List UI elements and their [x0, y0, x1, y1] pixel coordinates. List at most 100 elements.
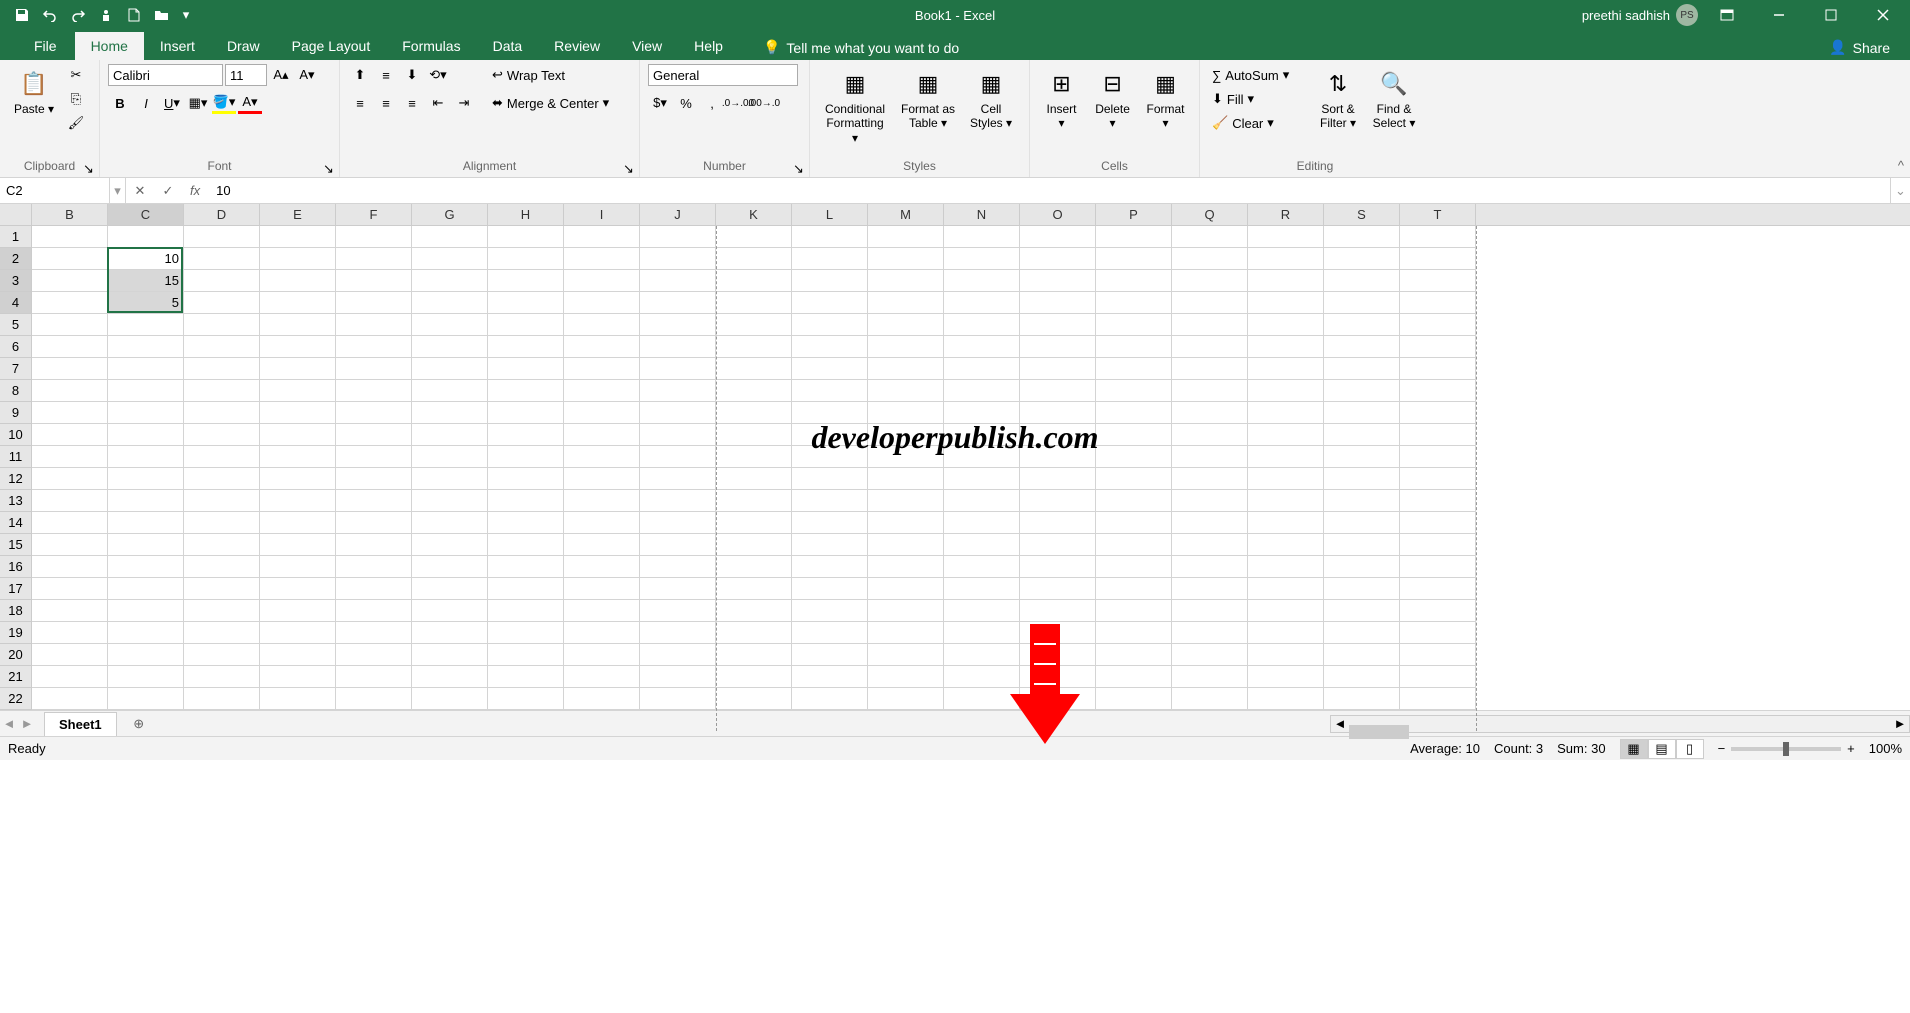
- underline-button[interactable]: U▾: [160, 92, 184, 114]
- cell-I14[interactable]: [564, 512, 640, 534]
- clipboard-launcher-icon[interactable]: ↘: [83, 161, 97, 175]
- cell-L18[interactable]: [792, 600, 868, 622]
- cell-Q8[interactable]: [1172, 380, 1248, 402]
- cell-M2[interactable]: [868, 248, 944, 270]
- conditional-formatting-button[interactable]: ▦ Conditional Formatting ▾: [818, 64, 892, 149]
- cell-M15[interactable]: [868, 534, 944, 556]
- cell-K11[interactable]: [716, 446, 792, 468]
- cell-N16[interactable]: [944, 556, 1020, 578]
- cell-O9[interactable]: [1020, 402, 1096, 424]
- cell-H17[interactable]: [488, 578, 564, 600]
- cell-J12[interactable]: [640, 468, 716, 490]
- cell-P1[interactable]: [1096, 226, 1172, 248]
- cell-R2[interactable]: [1248, 248, 1324, 270]
- add-sheet-button[interactable]: ⊕: [127, 712, 151, 736]
- cell-O11[interactable]: [1020, 446, 1096, 468]
- cell-C8[interactable]: [108, 380, 184, 402]
- cell-G2[interactable]: [412, 248, 488, 270]
- bold-button[interactable]: B: [108, 92, 132, 114]
- column-header-G[interactable]: G: [412, 204, 488, 225]
- cell-P20[interactable]: [1096, 644, 1172, 666]
- cell-G4[interactable]: [412, 292, 488, 314]
- cell-K5[interactable]: [716, 314, 792, 336]
- cell-R11[interactable]: [1248, 446, 1324, 468]
- cell-M16[interactable]: [868, 556, 944, 578]
- cell-L2[interactable]: [792, 248, 868, 270]
- cell-D22[interactable]: [184, 688, 260, 710]
- cell-F3[interactable]: [336, 270, 412, 292]
- cell-K19[interactable]: [716, 622, 792, 644]
- cell-Q18[interactable]: [1172, 600, 1248, 622]
- cell-I7[interactable]: [564, 358, 640, 380]
- cell-Q2[interactable]: [1172, 248, 1248, 270]
- cell-L12[interactable]: [792, 468, 868, 490]
- cell-G15[interactable]: [412, 534, 488, 556]
- column-header-C[interactable]: C: [108, 204, 184, 225]
- cell-C14[interactable]: [108, 512, 184, 534]
- cell-T14[interactable]: [1400, 512, 1476, 534]
- cell-O19[interactable]: [1020, 622, 1096, 644]
- cell-T8[interactable]: [1400, 380, 1476, 402]
- cell-M17[interactable]: [868, 578, 944, 600]
- cell-K9[interactable]: [716, 402, 792, 424]
- cell-H3[interactable]: [488, 270, 564, 292]
- tab-data[interactable]: Data: [477, 32, 539, 60]
- row-header-21[interactable]: 21: [0, 666, 32, 688]
- cell-D11[interactable]: [184, 446, 260, 468]
- cell-S18[interactable]: [1324, 600, 1400, 622]
- row-header-20[interactable]: 20: [0, 644, 32, 666]
- touch-mode-icon[interactable]: [94, 3, 118, 27]
- column-header-I[interactable]: I: [564, 204, 640, 225]
- cell-E1[interactable]: [260, 226, 336, 248]
- cell-F7[interactable]: [336, 358, 412, 380]
- cell-S16[interactable]: [1324, 556, 1400, 578]
- cell-I9[interactable]: [564, 402, 640, 424]
- minimize-button[interactable]: [1756, 0, 1802, 30]
- cell-P13[interactable]: [1096, 490, 1172, 512]
- cell-R10[interactable]: [1248, 424, 1324, 446]
- cell-B2[interactable]: [32, 248, 108, 270]
- cell-J1[interactable]: [640, 226, 716, 248]
- cell-J22[interactable]: [640, 688, 716, 710]
- cell-K18[interactable]: [716, 600, 792, 622]
- cell-M9[interactable]: [868, 402, 944, 424]
- scroll-thumb[interactable]: [1349, 725, 1409, 739]
- cell-E8[interactable]: [260, 380, 336, 402]
- sort-filter-button[interactable]: ⇅ Sort & Filter ▾: [1312, 64, 1364, 135]
- cell-F10[interactable]: [336, 424, 412, 446]
- cell-P5[interactable]: [1096, 314, 1172, 336]
- cell-I2[interactable]: [564, 248, 640, 270]
- font-launcher-icon[interactable]: ↘: [323, 161, 337, 175]
- cell-H21[interactable]: [488, 666, 564, 688]
- cell-L16[interactable]: [792, 556, 868, 578]
- column-header-R[interactable]: R: [1248, 204, 1324, 225]
- cell-K12[interactable]: [716, 468, 792, 490]
- zoom-level[interactable]: 100%: [1869, 741, 1902, 756]
- cell-M19[interactable]: [868, 622, 944, 644]
- cell-T5[interactable]: [1400, 314, 1476, 336]
- cell-Q19[interactable]: [1172, 622, 1248, 644]
- cell-T18[interactable]: [1400, 600, 1476, 622]
- cell-M1[interactable]: [868, 226, 944, 248]
- row-header-22[interactable]: 22: [0, 688, 32, 710]
- undo-icon[interactable]: [38, 3, 62, 27]
- cell-H7[interactable]: [488, 358, 564, 380]
- cell-T2[interactable]: [1400, 248, 1476, 270]
- cell-L3[interactable]: [792, 270, 868, 292]
- cell-B16[interactable]: [32, 556, 108, 578]
- cell-T4[interactable]: [1400, 292, 1476, 314]
- cell-Q21[interactable]: [1172, 666, 1248, 688]
- cell-K7[interactable]: [716, 358, 792, 380]
- tab-page-layout[interactable]: Page Layout: [276, 32, 387, 60]
- name-box[interactable]: C2: [0, 178, 110, 203]
- tab-view[interactable]: View: [616, 32, 678, 60]
- cell-M6[interactable]: [868, 336, 944, 358]
- cell-I12[interactable]: [564, 468, 640, 490]
- cell-B18[interactable]: [32, 600, 108, 622]
- enter-formula-icon[interactable]: ✓: [154, 178, 182, 203]
- cell-L1[interactable]: [792, 226, 868, 248]
- cell-J2[interactable]: [640, 248, 716, 270]
- align-left-icon[interactable]: ≡: [348, 92, 372, 114]
- cell-J4[interactable]: [640, 292, 716, 314]
- cell-S1[interactable]: [1324, 226, 1400, 248]
